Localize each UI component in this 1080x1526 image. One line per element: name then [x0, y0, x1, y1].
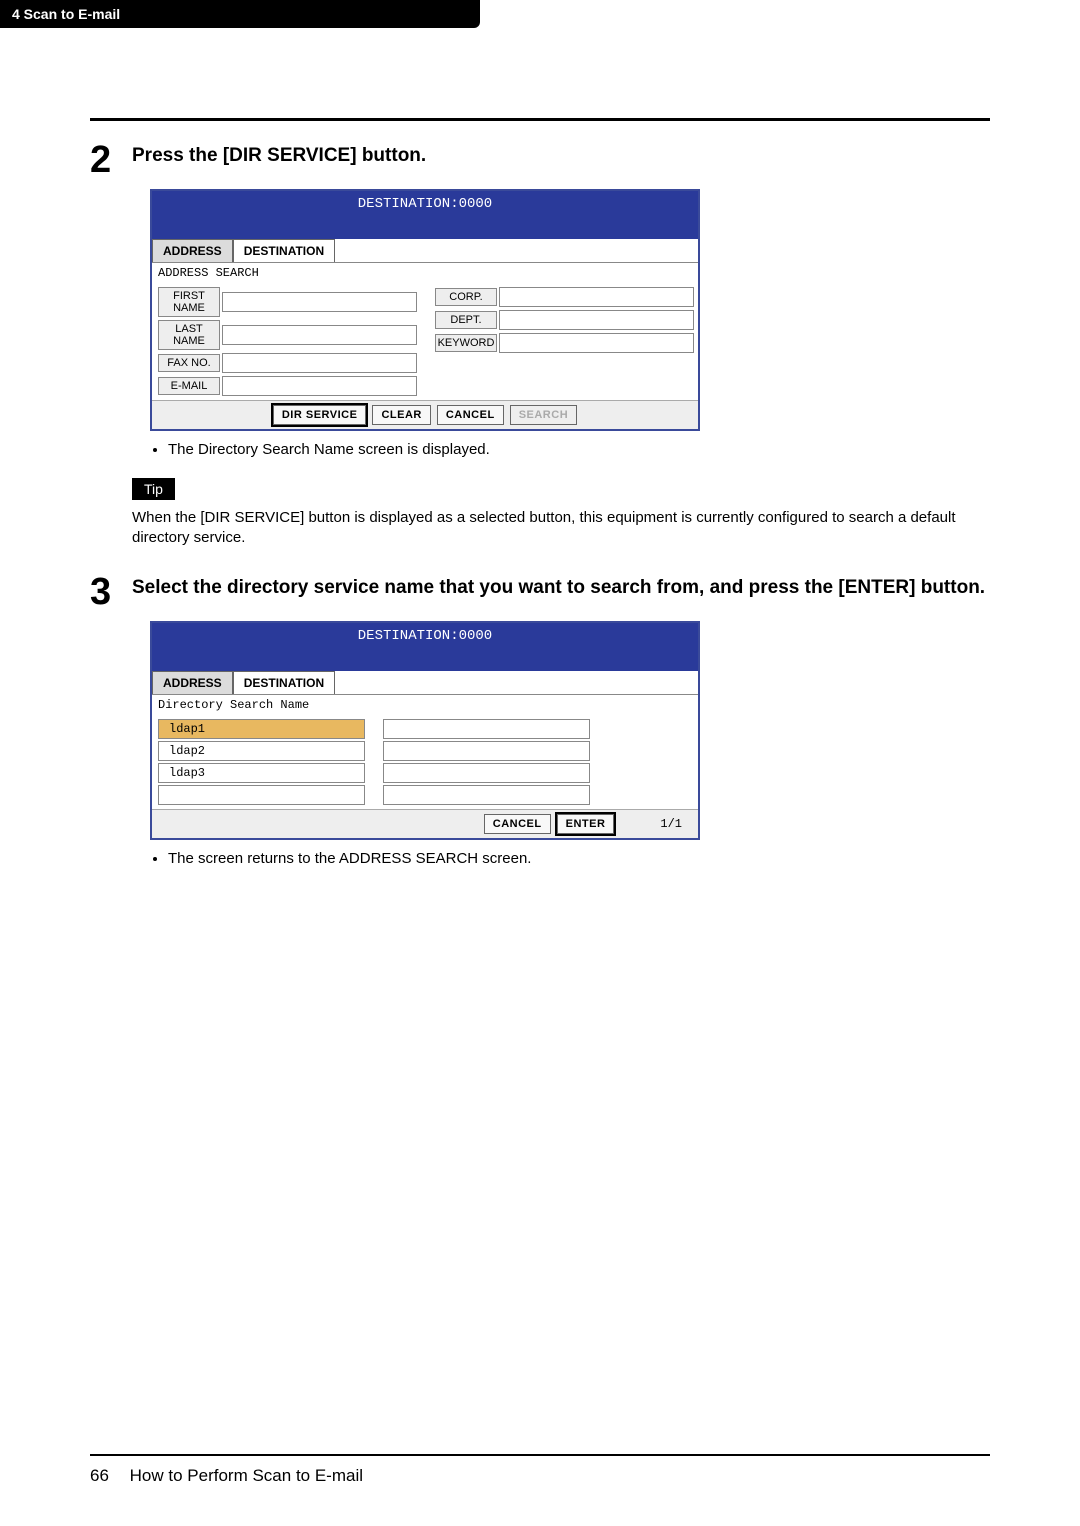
tab-destination[interactable]: DESTINATION — [233, 239, 335, 262]
step2-bullets: The Directory Search Name screen is disp… — [168, 441, 990, 458]
keyword-input[interactable] — [499, 333, 694, 353]
dir-service-button[interactable]: DIR SERVICE — [273, 405, 367, 425]
chapter-header: 4 Scan to E-mail — [0, 0, 480, 28]
last-name-label: LAST NAME — [158, 320, 220, 350]
dept-input[interactable] — [499, 310, 694, 330]
step3-bullets: The screen returns to the ADDRESS SEARCH… — [168, 850, 990, 867]
bullet-item: The screen returns to the ADDRESS SEARCH… — [168, 850, 990, 867]
fax-no-label: FAX NO. — [158, 354, 220, 372]
step-title: Press the [DIR SERVICE] button. — [132, 145, 990, 167]
page-number: 66 — [90, 1466, 109, 1485]
subheading: Directory Search Name — [152, 695, 698, 715]
destination-banner: DESTINATION:0000 — [152, 191, 698, 239]
first-name-label: FIRST NAME — [158, 287, 220, 317]
search-button[interactable]: SEARCH — [510, 405, 577, 425]
dir-item-ldap3[interactable]: ldap3 — [158, 763, 365, 783]
dir-item-empty[interactable] — [383, 741, 590, 761]
tip-label: Tip — [132, 478, 175, 500]
dir-item-empty[interactable] — [158, 785, 365, 805]
bullet-item: The Directory Search Name screen is disp… — [168, 441, 990, 458]
corp-label: CORP. — [435, 288, 497, 306]
step-number: 3 — [90, 573, 132, 611]
page-indicator: 1/1 — [660, 817, 682, 831]
dir-item-empty[interactable] — [383, 785, 590, 805]
destination-banner: DESTINATION:0000 — [152, 623, 698, 671]
corp-input[interactable] — [499, 287, 694, 307]
horizontal-rule — [90, 118, 990, 121]
cancel-button[interactable]: CANCEL — [484, 814, 551, 834]
email-input[interactable] — [222, 376, 417, 396]
step-title: Select the directory service name that y… — [132, 577, 990, 599]
tab-address[interactable]: ADDRESS — [152, 671, 233, 694]
dir-item-ldap2[interactable]: ldap2 — [158, 741, 365, 761]
clear-button[interactable]: CLEAR — [372, 405, 430, 425]
step-number: 2 — [90, 141, 132, 179]
dir-item-empty[interactable] — [383, 719, 590, 739]
screenshot-directory-search: DESTINATION:0000 ADDRESS DESTINATION Dir… — [150, 621, 990, 840]
tab-address[interactable]: ADDRESS — [152, 239, 233, 262]
dept-label: DEPT. — [435, 311, 497, 329]
tab-destination[interactable]: DESTINATION — [233, 671, 335, 694]
step-3: 3 Select the directory service name that… — [90, 573, 990, 611]
footer-title: How to Perform Scan to E-mail — [130, 1466, 363, 1485]
screenshot-address-search: DESTINATION:0000 ADDRESS DESTINATION ADD… — [150, 189, 990, 431]
step-2: 2 Press the [DIR SERVICE] button. — [90, 141, 990, 179]
dir-item-ldap1[interactable]: ldap1 — [158, 719, 365, 739]
first-name-input[interactable] — [222, 292, 417, 312]
email-label: E-MAIL — [158, 377, 220, 395]
tip-text: When the [DIR SERVICE] button is display… — [132, 508, 990, 549]
dir-item-empty[interactable] — [383, 763, 590, 783]
fax-no-input[interactable] — [222, 353, 417, 373]
page-footer: 66 How to Perform Scan to E-mail — [90, 1454, 990, 1486]
cancel-button[interactable]: CANCEL — [437, 405, 504, 425]
last-name-input[interactable] — [222, 325, 417, 345]
keyword-label: KEYWORD — [435, 334, 497, 352]
subheading: ADDRESS SEARCH — [152, 263, 698, 283]
enter-button[interactable]: ENTER — [557, 814, 615, 834]
